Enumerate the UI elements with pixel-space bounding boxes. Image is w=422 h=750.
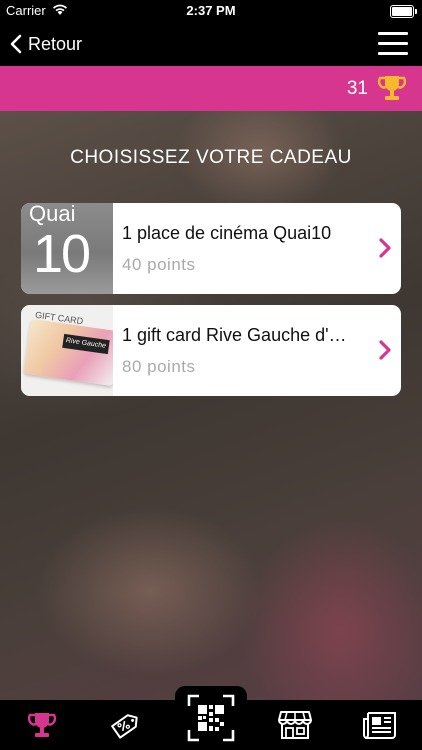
status-bar: Carrier 2:37 PM bbox=[0, 0, 422, 22]
reward-card[interactable]: Quai 10 1 place de cinéma Quai10 40 poin… bbox=[21, 203, 401, 294]
reward-title: 1 gift card Rive Gauche d'… bbox=[122, 325, 347, 345]
news-icon bbox=[363, 712, 396, 739]
tab-shops[interactable] bbox=[253, 700, 337, 750]
thumbnail-logo-number: 10 bbox=[33, 224, 91, 284]
menu-line bbox=[378, 42, 408, 45]
points-bar: 31 bbox=[0, 66, 422, 111]
tab-scan[interactable] bbox=[175, 686, 247, 750]
reward-thumbnail: Quai 10 bbox=[21, 203, 113, 294]
menu-button[interactable] bbox=[378, 30, 410, 56]
shop-icon bbox=[278, 711, 312, 739]
trophy-icon bbox=[27, 713, 57, 737]
background-photo bbox=[0, 111, 422, 700]
nav-bar: Retour bbox=[0, 22, 422, 66]
tab-rewards[interactable] bbox=[0, 700, 84, 750]
battery-icon bbox=[390, 5, 417, 18]
chevron-left-icon bbox=[10, 34, 22, 54]
points-count: 31 bbox=[346, 78, 368, 99]
chevron-right-icon bbox=[379, 238, 391, 258]
reward-title: 1 place de cinéma Quai10 bbox=[122, 223, 332, 243]
clock: 2:37 PM bbox=[186, 3, 236, 18]
menu-line bbox=[378, 32, 408, 35]
reward-thumbnail: GIFT CARD Rive Gauche bbox=[21, 305, 113, 396]
tab-coupons[interactable] bbox=[84, 700, 168, 750]
menu-line bbox=[378, 52, 408, 55]
reward-points: 40 points bbox=[122, 255, 196, 274]
chevron-right-icon bbox=[379, 340, 391, 360]
page-title: CHOISISSEZ VOTRE CADEAU bbox=[70, 147, 352, 168]
reward-points: 80 points bbox=[122, 357, 196, 376]
qr-code-icon bbox=[187, 694, 235, 742]
trophy-icon bbox=[377, 76, 407, 100]
back-label: Retour bbox=[28, 33, 83, 54]
reward-card[interactable]: GIFT CARD Rive Gauche 1 gift card Rive G… bbox=[21, 305, 401, 396]
back-button[interactable]: Retour bbox=[10, 30, 82, 58]
tab-news[interactable] bbox=[338, 700, 422, 750]
coupon-icon bbox=[111, 714, 138, 739]
